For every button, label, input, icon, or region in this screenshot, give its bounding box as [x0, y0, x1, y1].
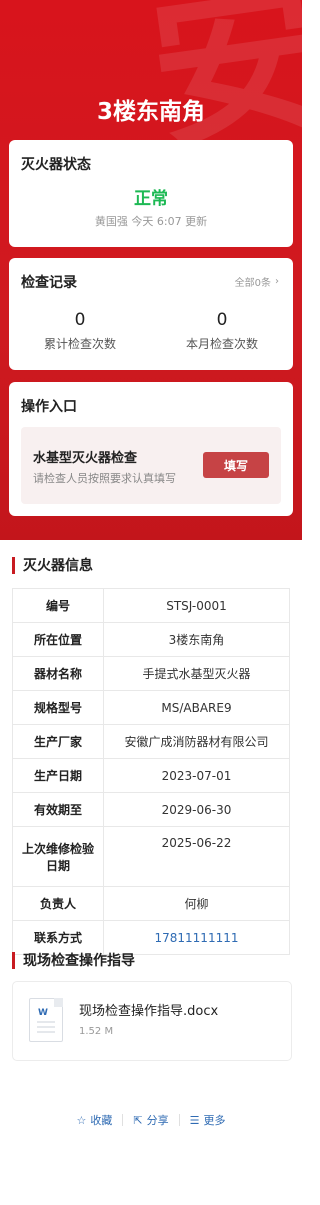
- status-card: 灭火器状态 正常 黄国强 今天 6:07 更新: [9, 140, 293, 247]
- info-value: 3楼东南角: [103, 622, 290, 657]
- guide-section-title: 现场检查操作指导: [23, 953, 135, 969]
- info-value: 2029-06-30: [103, 792, 290, 827]
- info-row: 生产日期 2023-07-01: [12, 758, 290, 793]
- all-records-label: 全部0条: [234, 278, 271, 289]
- total-check-count: 0: [74, 310, 86, 330]
- info-label: 所在位置: [12, 622, 104, 657]
- status-value: 正常: [134, 189, 168, 209]
- month-check-count: 0: [216, 310, 228, 330]
- total-check-label: 累计检查次数: [43, 337, 116, 351]
- inspection-entry[interactable]: 水基型灭火器检查 请检查人员按照要求认真填写 填写: [21, 427, 281, 504]
- info-label: 规格型号: [12, 690, 104, 725]
- more-button[interactable]: ☰ 更多: [180, 1112, 236, 1128]
- extinguisher-info-table: 编号 STSJ-0001 所在位置 3楼东南角 器材名称 手提式水基型灭火器 规格型号 MS/…: [12, 588, 290, 955]
- info-row: 有效期至 2029-06-30: [12, 792, 290, 827]
- info-value: 何柳: [103, 886, 290, 921]
- info-row: 编号 STSJ-0001: [12, 588, 290, 623]
- menu-icon: ☰: [189, 1113, 200, 1127]
- info-section-header: 灭火器信息: [12, 555, 93, 575]
- share-label: 分享: [146, 1114, 169, 1127]
- info-value: MS/ABARE9: [103, 690, 290, 725]
- info-value: STSJ-0001: [103, 588, 290, 623]
- hero-banner: 安 3楼东南角 灭火器状态 正常 黄国强 今天 6:07 更新 检查记录 全部0…: [0, 0, 302, 540]
- month-check-stat: 0 本月检查次数: [151, 310, 293, 352]
- status-meta: 黄国强 今天 6:07 更新: [94, 215, 208, 228]
- info-row: 器材名称 手提式水基型灭火器: [12, 656, 290, 691]
- records-card-title: 检查记录: [21, 275, 77, 291]
- info-label: 上次维修检验日期: [12, 826, 104, 887]
- section-accent-bar: [12, 556, 15, 574]
- operations-card: 操作入口 水基型灭火器检查 请检查人员按照要求认真填写 填写: [9, 382, 293, 516]
- guide-file-size: 1.52 M: [79, 1026, 114, 1037]
- info-label: 生产日期: [12, 758, 104, 793]
- total-check-stat: 0 累计检查次数: [9, 310, 151, 352]
- info-value: 手提式水基型灭火器: [103, 656, 290, 691]
- info-row: 规格型号 MS/ABARE9: [12, 690, 290, 725]
- info-row: 上次维修检验日期 2025-06-22: [12, 826, 290, 887]
- records-card: 检查记录 全部0条 › 0 累计检查次数 0 本月检查次数: [9, 258, 293, 370]
- info-value: 2023-07-01: [103, 758, 290, 793]
- favorite-button[interactable]: ☆ 收藏: [67, 1112, 123, 1128]
- info-label: 编号: [12, 588, 104, 623]
- more-label: 更多: [203, 1114, 226, 1127]
- footer-actions: ☆ 收藏 ⇱ 分享 ☰ 更多: [0, 1112, 302, 1128]
- info-row: 生产厂家 安徽广成消防器材有限公司: [12, 724, 290, 759]
- chevron-right-icon: ›: [275, 276, 279, 287]
- info-row: 所在位置 3楼东南角: [12, 622, 290, 657]
- inspection-entry-desc: 请检查人员按照要求认真填写: [33, 472, 176, 485]
- watermark-logo: 安: [139, 0, 302, 175]
- info-label: 器材名称: [12, 656, 104, 691]
- all-records-link[interactable]: 全部0条 ›: [235, 274, 279, 289]
- info-section-title: 灭火器信息: [23, 558, 93, 574]
- fill-button[interactable]: 填写: [203, 452, 269, 478]
- status-card-title: 灭火器状态: [21, 157, 91, 173]
- info-row: 负责人 何柳: [12, 886, 290, 921]
- word-doc-icon: W: [29, 998, 63, 1042]
- guide-file-name: 现场检查操作指导.docx: [79, 1004, 219, 1019]
- operations-card-title: 操作入口: [21, 399, 77, 415]
- info-label: 生产厂家: [12, 724, 104, 759]
- info-label: 负责人: [12, 886, 104, 921]
- share-button[interactable]: ⇱ 分享: [123, 1112, 178, 1128]
- page-title: 3楼东南角: [96, 99, 205, 125]
- section-accent-bar: [12, 951, 15, 969]
- month-check-label: 本月检查次数: [185, 337, 258, 351]
- info-label: 有效期至: [12, 792, 104, 827]
- share-icon: ⇱: [133, 1113, 143, 1127]
- info-value: 2025-06-22: [103, 826, 290, 887]
- guide-file-card[interactable]: W 现场检查操作指导.docx 1.52 M: [12, 981, 292, 1061]
- inspection-entry-name: 水基型灭火器检查: [33, 451, 138, 466]
- star-icon: ☆: [76, 1113, 87, 1127]
- favorite-label: 收藏: [90, 1114, 113, 1127]
- info-value: 安徽广成消防器材有限公司: [103, 724, 290, 759]
- guide-section-header: 现场检查操作指导: [12, 950, 135, 970]
